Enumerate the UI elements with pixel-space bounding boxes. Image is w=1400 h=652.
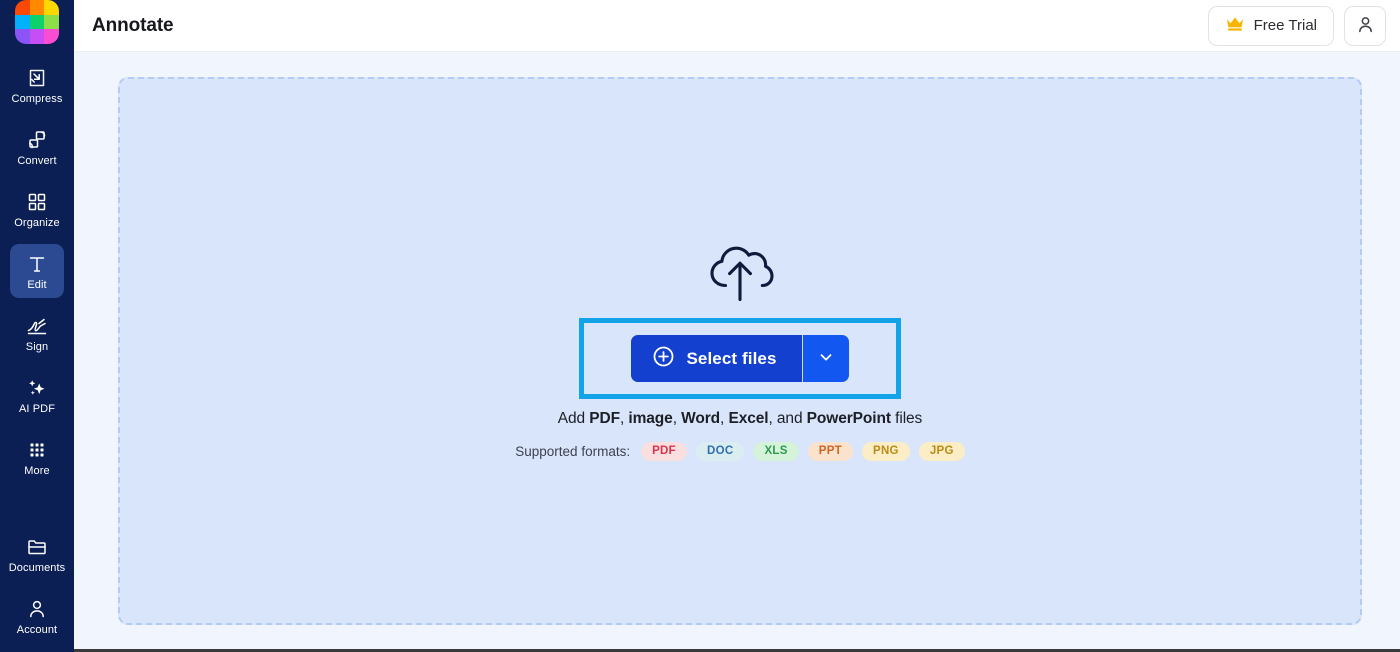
file-dropzone[interactable]: Select files Add PDF, image, Word, Excel…	[118, 77, 1362, 625]
plus-circle-icon	[652, 345, 675, 373]
format-chip-list: PDF DOC XLS PPT PNG JPG	[641, 442, 965, 461]
top-bar-actions: Free Trial	[1207, 5, 1386, 46]
logo-container[interactable]	[0, 0, 74, 44]
supported-formats-row: Supported formats: PDF DOC XLS PPT PNG JPG	[515, 442, 965, 461]
sparkles-icon	[25, 376, 49, 400]
sidebar-item-label: Organize	[14, 216, 60, 229]
format-chip-jpg: JPG	[918, 442, 965, 461]
select-files-dropdown-button[interactable]	[801, 335, 849, 382]
logo-tile-9	[44, 29, 59, 44]
person-icon	[25, 597, 49, 621]
sidebar-item-label: Convert	[17, 154, 57, 167]
sidebar-nav-account: Account	[10, 589, 64, 652]
sidebar-item-compress[interactable]: Compress	[10, 58, 64, 112]
logo-tile-5	[29, 14, 45, 30]
account-button[interactable]	[1344, 5, 1386, 46]
edit-text-icon	[25, 252, 49, 276]
sidebar-item-convert[interactable]: Convert	[10, 120, 64, 174]
folder-icon	[25, 535, 49, 559]
format-chip-ppt: PPT	[807, 442, 853, 461]
app-root: Compress Convert Organize Edit Sign AI PDF Mor…	[0, 0, 1400, 652]
signature-icon	[25, 314, 49, 338]
grid-dots-icon	[25, 438, 49, 462]
page-title: Annotate	[92, 14, 174, 36]
sidebar-item-account[interactable]: Account	[10, 589, 64, 643]
sidebar-nav-documents: Documents	[0, 513, 74, 589]
sidebar-item-label: Edit	[27, 278, 47, 291]
logo-tile-7	[15, 29, 30, 44]
format-chip-xls: XLS	[753, 442, 799, 461]
sidebar: Compress Convert Organize Edit Sign AI PDF Mor…	[0, 0, 74, 652]
cloud-upload-icon	[705, 241, 775, 312]
organize-icon	[25, 190, 49, 214]
logo-tile-3	[44, 0, 59, 15]
crown-icon	[1225, 15, 1245, 36]
supported-types-sentence: Add PDF, image, Word, Excel, and PowerPo…	[557, 410, 923, 427]
free-trial-button[interactable]: Free Trial	[1207, 5, 1334, 46]
sidebar-item-edit[interactable]: Edit	[10, 244, 64, 298]
sidebar-item-label: Sign	[25, 340, 49, 353]
logo-tile-1	[15, 0, 30, 15]
file-type-excel: Excel	[728, 410, 769, 427]
select-files-button[interactable]: Select files	[631, 335, 802, 382]
top-bar: Annotate Free Trial	[74, 0, 1400, 52]
logo-tile-6	[44, 14, 59, 30]
supported-formats-label: Supported formats:	[515, 444, 631, 459]
format-chip-pdf: PDF	[641, 442, 687, 461]
sidebar-item-label: Documents	[8, 561, 66, 574]
logo-tile-8	[29, 29, 45, 44]
app-logo[interactable]	[15, 0, 59, 44]
file-type-powerpoint: PowerPoint	[806, 410, 891, 427]
select-files-group: Select files	[631, 335, 849, 382]
compress-icon	[25, 66, 49, 90]
sidebar-nav: Compress Convert Organize Edit Sign AI PDF Mor…	[0, 44, 74, 492]
sidebar-item-sign[interactable]: Sign	[10, 306, 64, 360]
format-chip-png: PNG	[861, 442, 910, 461]
main-area: Annotate Free Trial Select files Add PDF…	[74, 0, 1400, 652]
format-chip-doc: DOC	[695, 442, 745, 461]
file-type-word: Word	[681, 410, 721, 427]
sidebar-item-documents[interactable]: Documents	[8, 527, 66, 581]
sidebar-item-organize[interactable]: Organize	[10, 182, 64, 236]
logo-tile-2	[29, 0, 45, 15]
sidebar-item-label: Account	[16, 623, 58, 636]
sidebar-item-label: AI PDF	[18, 402, 56, 415]
person-icon	[1355, 14, 1376, 38]
sidebar-item-more[interactable]: More	[10, 430, 64, 484]
select-files-highlight: Select files	[579, 318, 901, 399]
chevron-down-icon	[817, 348, 835, 369]
sidebar-item-ai-pdf[interactable]: AI PDF	[10, 368, 64, 422]
convert-icon	[25, 128, 49, 152]
file-type-pdf: PDF	[589, 410, 620, 427]
sidebar-item-label: More	[24, 464, 50, 477]
free-trial-label: Free Trial	[1253, 17, 1317, 34]
content-area: Select files Add PDF, image, Word, Excel…	[74, 52, 1400, 652]
sidebar-item-label: Compress	[11, 92, 63, 105]
logo-tile-4	[15, 14, 30, 30]
file-type-image: image	[628, 410, 673, 427]
select-files-label: Select files	[686, 348, 777, 368]
